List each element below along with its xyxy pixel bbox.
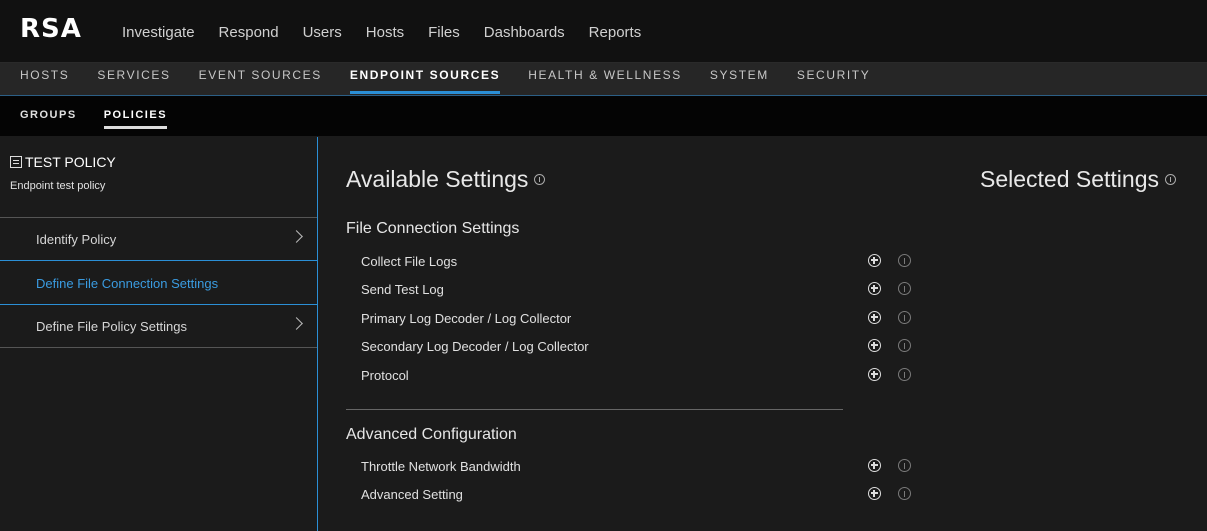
document-icon xyxy=(10,156,22,168)
nav-dashboards[interactable]: Dashboards xyxy=(484,24,565,41)
info-icon[interactable] xyxy=(898,282,911,295)
step-define-file-policy-settings[interactable]: Define File Policy Settings xyxy=(0,304,317,348)
subnav-endpoint-sources[interactable]: ENDPOINT SOURCES xyxy=(349,63,501,96)
tab-groups[interactable]: GROUPS xyxy=(20,96,77,136)
setting-row: Secondary Log Decoder / Log Collector xyxy=(361,337,921,357)
nav-users[interactable]: Users xyxy=(303,24,342,41)
setting-label: Throttle Network Bandwidth xyxy=(361,459,521,474)
setting-row: Primary Log Decoder / Log Collector xyxy=(361,309,921,329)
policy-wizard-panel: TEST POLICY Endpoint test policy Identif… xyxy=(0,137,318,531)
add-setting-icon[interactable] xyxy=(868,368,881,381)
admin-sub-nav: HOSTS SERVICES EVENT SOURCES ENDPOINT SO… xyxy=(0,63,1207,96)
nav-reports[interactable]: Reports xyxy=(589,24,642,41)
info-icon[interactable] xyxy=(898,311,911,324)
setting-label: Primary Log Decoder / Log Collector xyxy=(361,311,572,326)
chevron-right-icon xyxy=(290,317,303,330)
subnav-health-wellness[interactable]: HEALTH & WELLNESS xyxy=(528,63,682,96)
section-title-file-connection: File Connection Settings xyxy=(346,220,520,237)
setting-row: Collect File Logs xyxy=(361,252,921,272)
add-setting-icon[interactable] xyxy=(868,254,881,267)
add-setting-icon[interactable] xyxy=(868,459,881,472)
section-title-advanced-configuration: Advanced Configuration xyxy=(346,426,517,443)
available-settings-title: Available Settings xyxy=(346,166,546,193)
info-icon[interactable] xyxy=(898,368,911,381)
tab-policies[interactable]: POLICIES xyxy=(103,96,168,136)
tab-bar: GROUPS POLICIES xyxy=(0,96,1207,136)
top-navigation: RSA Investigate Respond Users Hosts File… xyxy=(0,0,1207,63)
nav-files[interactable]: Files xyxy=(428,24,460,41)
rsa-logo[interactable]: RSA xyxy=(20,14,82,44)
add-setting-icon[interactable] xyxy=(868,311,881,324)
policy-name: TEST POLICY xyxy=(25,154,116,170)
subnav-hosts[interactable]: HOSTS xyxy=(20,63,69,96)
step-label: Define File Policy Settings xyxy=(36,318,188,334)
selected-settings-title: Selected Settings xyxy=(980,166,1177,193)
nav-investigate[interactable]: Investigate xyxy=(122,24,195,41)
add-setting-icon[interactable] xyxy=(868,487,881,500)
add-setting-icon[interactable] xyxy=(868,282,881,295)
setting-row: Advanced Setting xyxy=(361,485,921,505)
setting-label: Advanced Setting xyxy=(361,487,463,502)
info-icon[interactable] xyxy=(534,174,546,185)
step-identify-policy[interactable]: Identify Policy xyxy=(0,217,317,261)
info-icon[interactable] xyxy=(898,487,911,500)
policy-description: Endpoint test policy xyxy=(10,180,106,192)
setting-label: Send Test Log xyxy=(361,282,444,297)
add-setting-icon[interactable] xyxy=(868,339,881,352)
info-icon[interactable] xyxy=(898,339,911,352)
setting-row: Send Test Log xyxy=(361,280,921,300)
info-icon[interactable] xyxy=(898,254,911,267)
subnav-system[interactable]: SYSTEM xyxy=(710,63,769,96)
subnav-security[interactable]: SECURITY xyxy=(797,63,870,96)
setting-label: Collect File Logs xyxy=(361,254,458,269)
step-label: Define File Connection Settings xyxy=(36,275,219,291)
setting-row: Protocol xyxy=(361,366,921,386)
chevron-right-icon xyxy=(290,230,303,243)
step-label: Identify Policy xyxy=(36,231,117,247)
step-define-file-connection-settings[interactable]: Define File Connection Settings xyxy=(0,261,317,305)
subnav-services[interactable]: SERVICES xyxy=(97,63,170,96)
policy-header: TEST POLICY Endpoint test policy xyxy=(10,154,116,192)
setting-label: Protocol xyxy=(361,368,409,383)
setting-label: Secondary Log Decoder / Log Collector xyxy=(361,339,589,354)
nav-hosts[interactable]: Hosts xyxy=(366,24,404,41)
nav-respond[interactable]: Respond xyxy=(219,24,279,41)
info-icon[interactable] xyxy=(898,459,911,472)
setting-row: Throttle Network Bandwidth xyxy=(361,457,921,477)
info-icon[interactable] xyxy=(1165,174,1177,185)
main-nav: Investigate Respond Users Hosts Files Da… xyxy=(122,24,665,41)
section-divider xyxy=(346,409,843,410)
subnav-event-sources[interactable]: EVENT SOURCES xyxy=(199,63,322,96)
